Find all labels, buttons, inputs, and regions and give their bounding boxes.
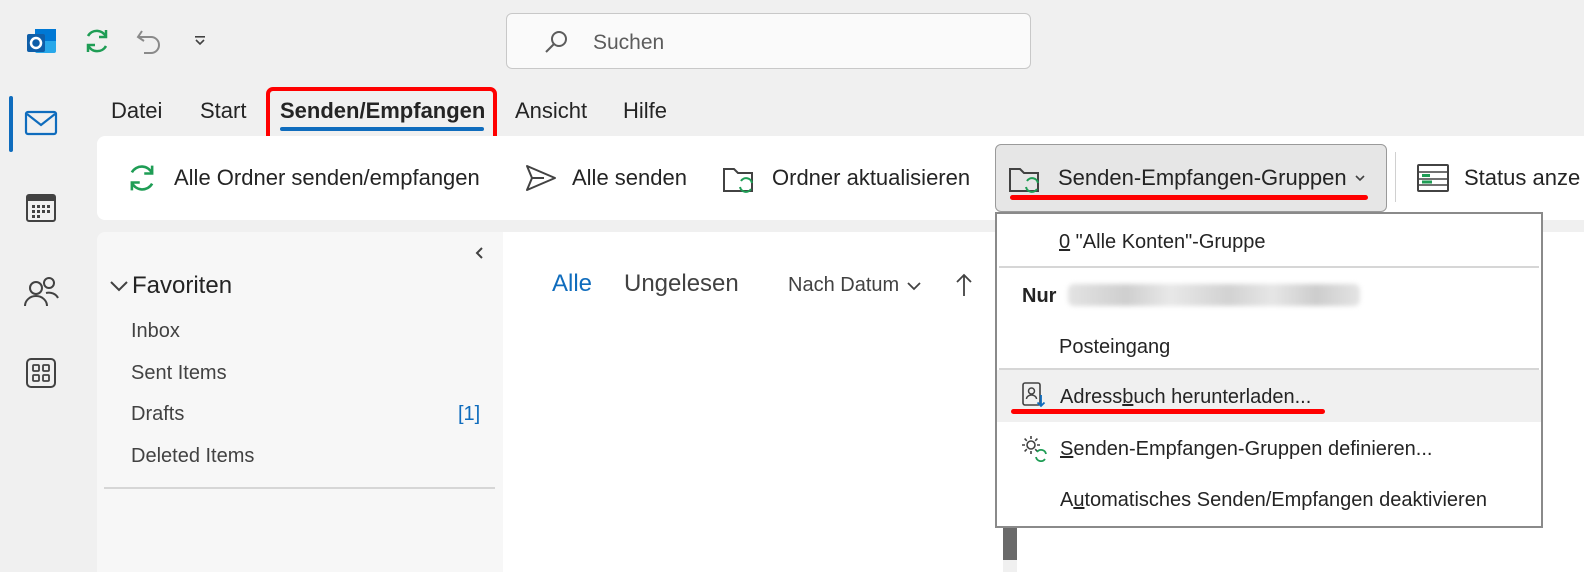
menu-item-define-groups[interactable]: Senden-Empfangen-Gruppen definieren...: [1060, 438, 1432, 461]
folder-inbox[interactable]: Inbox: [131, 320, 180, 343]
auto-send-label-start: A: [1060, 489, 1074, 511]
address-book-shortcut: b: [1122, 386, 1134, 408]
folder-drafts[interactable]: Drafts: [131, 403, 184, 426]
sync-icon: [130, 165, 154, 191]
update-folder-button[interactable]: Ordner aktualisieren: [722, 160, 970, 196]
tab-datei[interactable]: Datei: [111, 98, 162, 124]
menu-item-download-address-book[interactable]: Adressbuch herunterladen...: [1060, 386, 1311, 409]
status-button[interactable]: Status anze: [1416, 160, 1580, 196]
chevron-down-icon: [907, 281, 921, 290]
filter-tab-unread[interactable]: Ungelesen: [624, 270, 739, 298]
send-receive-groups-button[interactable]: Senden-Empfangen-Gruppen: [1008, 160, 1367, 196]
auto-send-label-end: tomatisches Senden/Empfangen deaktiviere…: [1084, 489, 1487, 511]
annotation-underline: [1011, 409, 1325, 414]
send-receive-all-label: Alle Ordner senden/empfangen: [174, 165, 480, 190]
define-groups-label: enden-Empfangen-Gruppen definieren...: [1073, 438, 1433, 460]
blurred-account-name: [1068, 284, 1360, 306]
chevron-down-icon: [110, 281, 128, 292]
sort-label: Nach Datum: [788, 274, 900, 296]
sync-icon[interactable]: [80, 24, 114, 58]
status-label: Status anze: [1464, 165, 1581, 190]
status-table-icon: [1417, 164, 1449, 192]
customize-quick-access-icon[interactable]: [188, 24, 212, 58]
menu-item-disable-auto-send-receive[interactable]: Automatisches Senden/Empfangen deaktivie…: [1060, 489, 1487, 512]
send-all-label: Alle senden: [572, 165, 687, 190]
folder-deleted-items[interactable]: Deleted Items: [131, 445, 254, 468]
auto-send-shortcut: u: [1073, 489, 1085, 511]
favorites-label: Favoriten: [132, 272, 233, 299]
menu-item-all-accounts[interactable]: 0 "Alle Konten"-Gruppe: [1059, 231, 1266, 254]
send-all-button[interactable]: Alle senden: [524, 160, 687, 196]
folder-sync-icon: [1009, 168, 1039, 193]
menu-section-only-account: Nur: [1022, 285, 1057, 307]
rail-active-indicator: [9, 96, 13, 152]
filter-tab-all[interactable]: Alle: [552, 270, 592, 298]
send-receive-groups-label: Senden-Empfangen-Gruppen: [1058, 165, 1347, 190]
folder-sent-items[interactable]: Sent Items: [131, 362, 227, 385]
search-icon: [545, 31, 567, 53]
tab-start[interactable]: Start: [200, 98, 246, 124]
folder-sync-icon: [723, 168, 753, 193]
menu-item-posteingang[interactable]: Posteingang: [1059, 336, 1170, 359]
sort-direction-arrow-icon[interactable]: [954, 272, 974, 303]
tab-hilfe[interactable]: Hilfe: [623, 98, 667, 124]
update-folder-label: Ordner aktualisieren: [772, 165, 971, 190]
outlook-logo-icon: [24, 24, 58, 58]
apps-icon[interactable]: [20, 352, 62, 394]
address-book-label-end: uch herunterladen...: [1133, 386, 1312, 408]
mail-icon[interactable]: [20, 102, 62, 144]
sort-dropdown[interactable]: Nach Datum: [788, 274, 923, 297]
all-accounts-label: "Alle Konten"-Gruppe: [1070, 231, 1266, 253]
send-receive-all-button[interactable]: Alle Ordner senden/empfangen: [124, 160, 480, 196]
people-icon[interactable]: [20, 270, 62, 312]
search-box[interactable]: Suchen: [506, 13, 1031, 69]
annotation-underline: [1010, 195, 1368, 200]
chevron-down-icon: [1355, 175, 1365, 182]
collapse-pane-icon[interactable]: [472, 244, 486, 267]
calendar-icon[interactable]: [20, 186, 62, 228]
settings-sync-icon: [1020, 434, 1048, 467]
favorites-header[interactable]: Favoriten: [108, 272, 232, 300]
address-book-label-start: Adress: [1060, 386, 1123, 408]
folder-divider: [104, 487, 495, 489]
ribbon-separator: [1395, 152, 1396, 202]
search-placeholder: Suchen: [593, 31, 665, 54]
undo-icon[interactable]: [132, 24, 166, 58]
drafts-count-badge: [1]: [458, 403, 481, 425]
all-accounts-shortcut: 0: [1059, 231, 1071, 253]
menu-separator: [999, 266, 1539, 268]
tab-ansicht[interactable]: Ansicht: [515, 98, 587, 124]
define-groups-shortcut: S: [1060, 438, 1074, 460]
send-icon: [526, 165, 556, 191]
